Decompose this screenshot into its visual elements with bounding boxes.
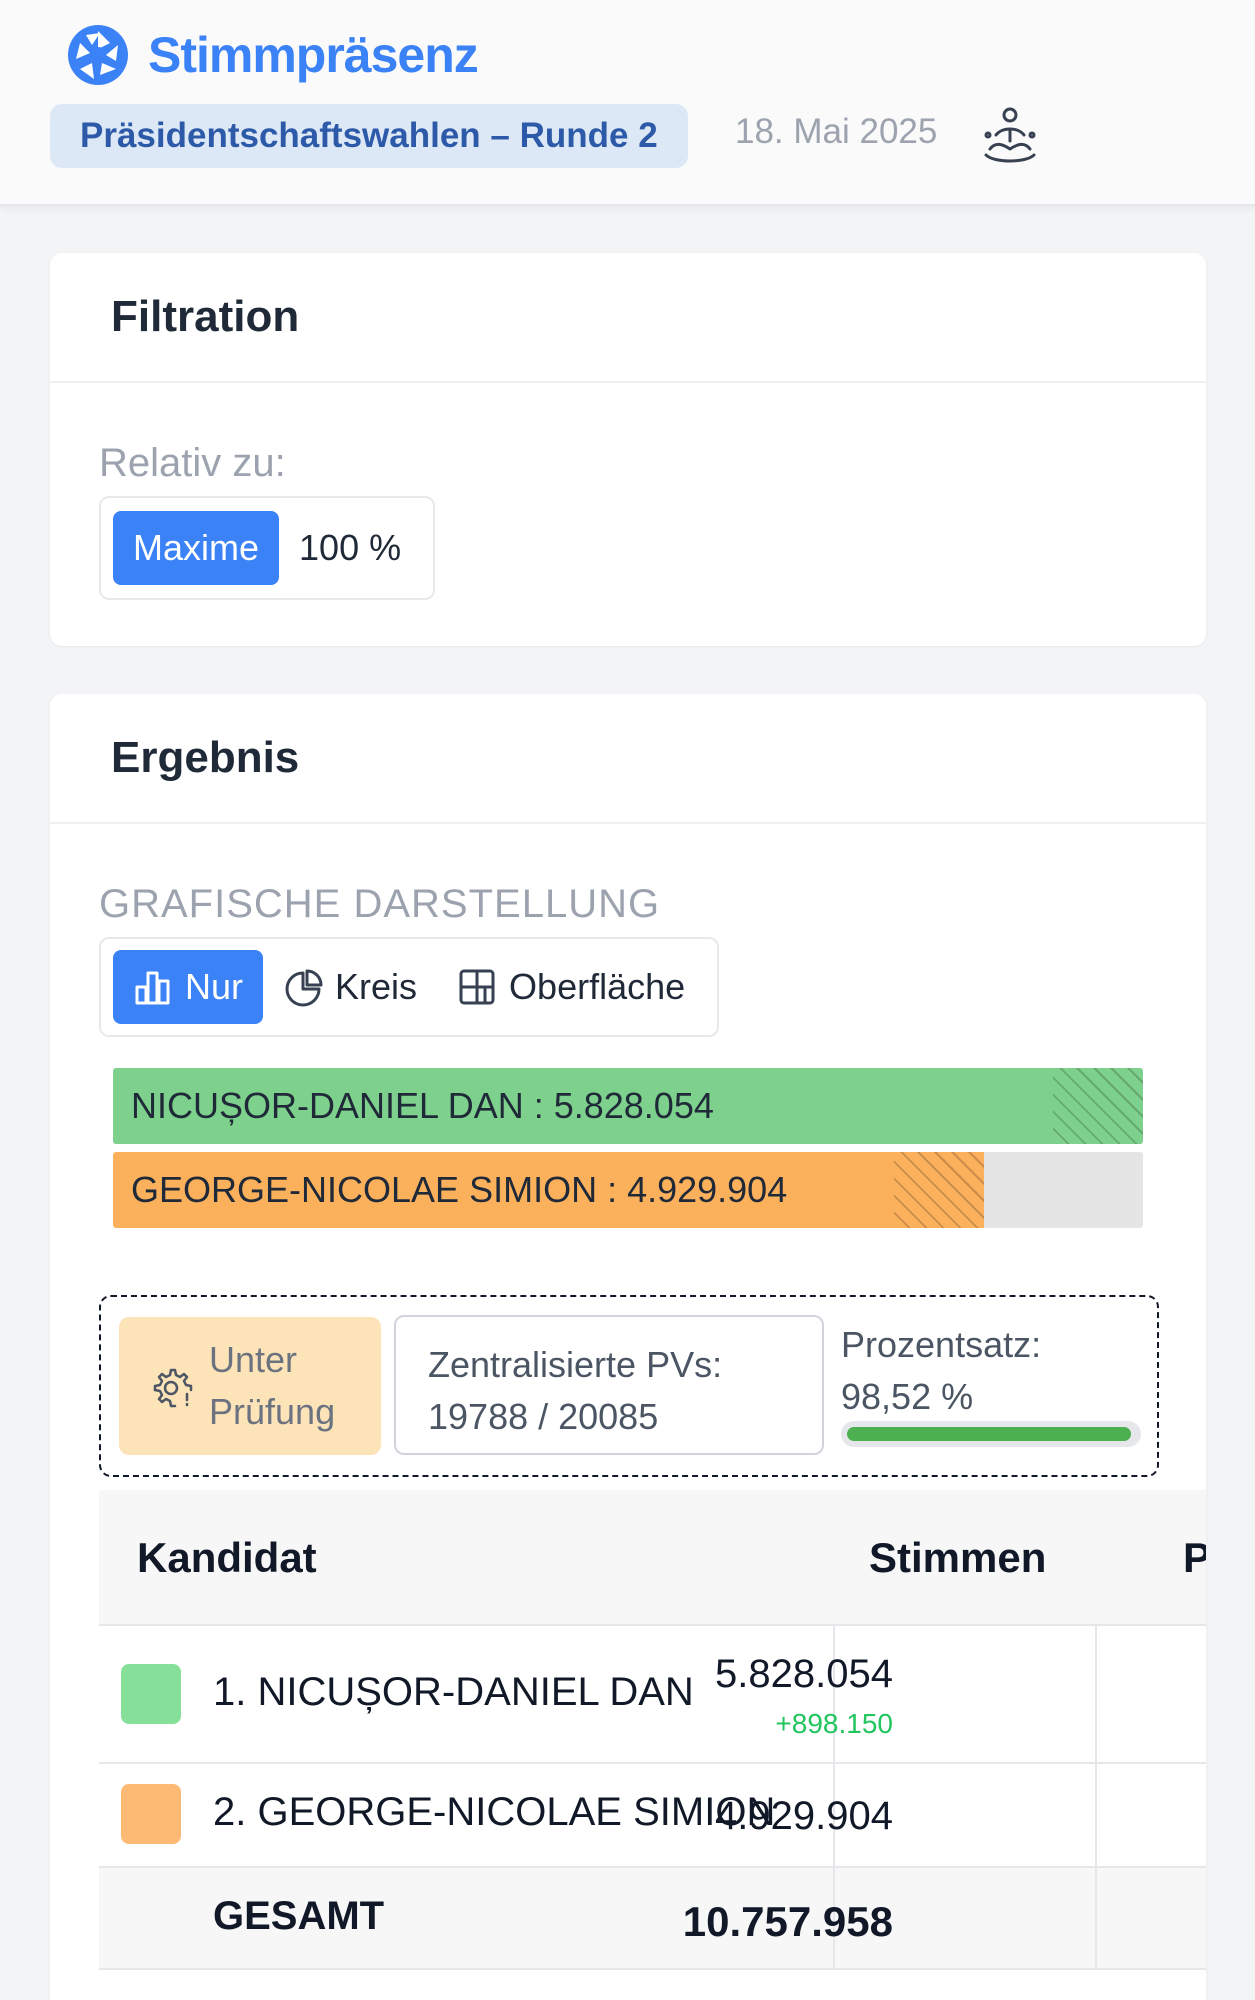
bar-chart-icon [133, 967, 173, 1007]
table-total-row: GESAMT 10.757.958 [99, 1868, 1206, 1970]
table-row[interactable]: 1. NICUȘOR-DANIEL DAN 5.828.054 +898.150 [99, 1626, 1206, 1764]
election-date: 18. Mai 2025 [735, 112, 938, 151]
candidate-color-swatch [121, 1784, 181, 1844]
column-divider [1095, 1868, 1097, 1968]
bar-label: GEORGE-NICOLAE SIMION : 4.929.904 [131, 1169, 788, 1210]
candidate-color-swatch [121, 1664, 181, 1724]
app-name: Stimmpräsenz [148, 27, 479, 83]
pie-chart-icon [283, 967, 323, 1007]
bar-hatch [894, 1152, 985, 1228]
graph-option-pie[interactable]: Kreis [263, 950, 437, 1024]
bar-label: NICUȘOR-DANIEL DAN : 5.828.054 [131, 1085, 714, 1126]
status-line-1: Unter [209, 1339, 298, 1380]
table-header: Kandidat Stimmen P [99, 1490, 1206, 1626]
meditation-icon[interactable] [980, 105, 1040, 167]
progress-track [841, 1421, 1141, 1447]
candidate-name: 1. NICUȘOR-DANIEL DAN [213, 1670, 694, 1714]
column-divider [1095, 1626, 1097, 1762]
results-bar-chart: NICUȘOR-DANIEL DAN : 5.828.054 GEORGE-NIC… [113, 1068, 1143, 1236]
table-row[interactable]: 2. GEORGE-NICOLAE SIMION 4.929.904 [99, 1764, 1206, 1868]
relative-label: Relativ zu: [99, 441, 286, 485]
bar-row[interactable]: GEORGE-NICOLAE SIMION : 4.929.904 [113, 1152, 1143, 1228]
option-maxime[interactable]: Maxime [113, 511, 280, 585]
app-header: Stimmpräsenz Präsidentschaftswahlen – Ru… [0, 0, 1255, 206]
count-status-box: Unter Prüfung Zentralisierte PVs: 19788 /… [99, 1295, 1159, 1477]
relative-toggle: Maxime 100 % [99, 496, 436, 600]
status-badge: Unter Prüfung [119, 1317, 381, 1455]
bar-row[interactable]: NICUȘOR-DANIEL DAN : 5.828.054 [113, 1068, 1143, 1144]
filter-card: Filtration Relativ zu: Maxime 100 % [50, 253, 1206, 646]
progress-fill [847, 1427, 1131, 1441]
column-divider [1095, 1764, 1097, 1866]
result-card: Ergebnis GRAFISCHE DARSTELLUNG Nur Kreis… [50, 694, 1206, 2000]
centralized-pvs: Zentralisierte PVs: 19788 / 20085 [394, 1315, 824, 1455]
aperture-logo-icon [68, 25, 128, 85]
brand[interactable]: Stimmpräsenz [66, 22, 479, 88]
election-badge[interactable]: Präsidentschaftswahlen – Runde 2 [50, 104, 688, 168]
option-100-percent[interactable]: 100 % [279, 511, 421, 585]
pv-label: Zentralisierte PVs: [428, 1344, 723, 1385]
percentage: Prozentsatz: 98,52 % [841, 1319, 1141, 1423]
graph-option-pie-label: Kreis [335, 966, 418, 1007]
total-votes: 10.757.958 [682, 1898, 893, 1945]
candidate-name: 2. GEORGE-NICOLAE SIMION [213, 1790, 776, 1834]
filter-title: Filtration [111, 292, 300, 341]
treemap-icon [457, 967, 497, 1007]
header-candidate[interactable]: Kandidat [137, 1534, 317, 1582]
pv-value: 19788 / 20085 [428, 1396, 659, 1437]
total-label: GESAMT [213, 1894, 385, 1938]
graph-option-bar-label: Nur [185, 966, 244, 1007]
pct-value: 98,52 % [841, 1376, 974, 1417]
graph-option-bar[interactable]: Nur [113, 950, 264, 1024]
gear-warning-icon [153, 1368, 193, 1408]
graph-option-area[interactable]: Oberfläche [437, 950, 705, 1024]
candidate-votes: 4.929.904 [715, 1794, 893, 1838]
pct-label: Prozentsatz: [841, 1324, 1042, 1365]
header-votes[interactable]: Stimmen [869, 1534, 1046, 1582]
candidate-votes: 5.828.054 [715, 1652, 893, 1696]
graph-type-toggle: Nur Kreis Oberfläche [99, 937, 720, 1037]
votes-delta: +898.150 [775, 1708, 893, 1739]
header-percent[interactable]: P [1183, 1534, 1206, 1582]
bar-hatch [1053, 1068, 1143, 1144]
graph-label: GRAFISCHE DARSTELLUNG [99, 882, 661, 926]
graph-option-area-label: Oberfläche [509, 966, 686, 1007]
result-title: Ergebnis [111, 733, 300, 782]
status-line-2: Prüfung [209, 1391, 336, 1432]
